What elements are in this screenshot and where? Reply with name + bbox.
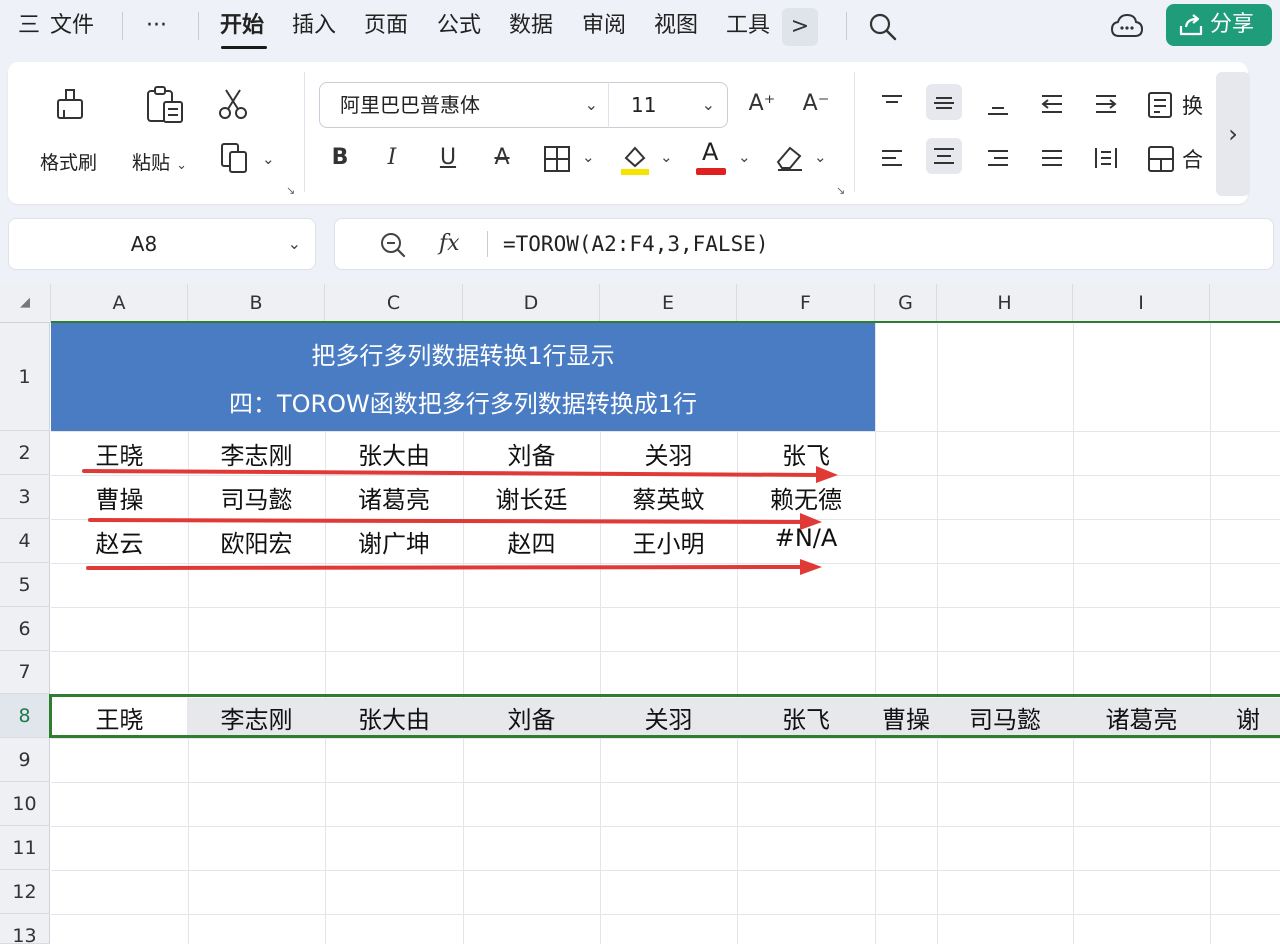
align-middle-icon[interactable] — [926, 84, 962, 120]
tab-insert[interactable]: 插入 — [292, 10, 336, 42]
chevron-down-icon: ⌄ — [176, 158, 187, 173]
tab-scroll-right-button[interactable]: > — [782, 8, 818, 46]
tab-tools[interactable]: 工具 — [726, 10, 770, 42]
tab-view[interactable]: 视图 — [654, 10, 698, 42]
chevron-down-icon[interactable]: ⌄ — [814, 148, 827, 166]
fill-color-icon[interactable] — [618, 140, 652, 176]
more-icon[interactable]: ··· — [146, 10, 167, 42]
paste-label-text: 粘贴 — [132, 152, 171, 174]
font-color-swatch — [696, 168, 726, 175]
underline-button[interactable]: U — [430, 140, 466, 176]
chevron-down-icon[interactable]: ⌄ — [262, 150, 275, 168]
paste-label[interactable]: 粘贴 ⌄ — [132, 148, 187, 175]
align-top-icon[interactable] — [874, 86, 910, 122]
share-label: 分享 — [1210, 12, 1255, 37]
align-left-icon[interactable] — [874, 140, 910, 176]
italic-button[interactable]: I — [374, 140, 410, 176]
search-icon[interactable] — [868, 12, 898, 42]
strikethrough-button[interactable]: A — [484, 140, 520, 176]
arrow-row-4 — [86, 559, 822, 575]
menu-icon[interactable]: 三 — [18, 10, 40, 42]
paste-icon[interactable] — [144, 84, 186, 126]
align-bottom-icon[interactable] — [980, 86, 1016, 122]
font-color-letter: A — [702, 138, 719, 166]
formula-divider — [487, 231, 488, 257]
tab-data[interactable]: 数据 — [509, 10, 553, 42]
merge-cells-icon[interactable] — [1146, 144, 1176, 174]
decrease-font-size-button[interactable]: A⁻ — [798, 86, 834, 122]
chevron-down-icon[interactable]: ⌄ — [582, 148, 595, 166]
increase-font-size-button[interactable]: A⁺ — [744, 86, 780, 122]
decrease-indent-icon[interactable] — [1034, 86, 1070, 122]
tab-home[interactable]: 开始 — [220, 10, 264, 42]
spreadsheet-grid[interactable]: ◢ A B C D E F G H I 1 2 3 4 5 6 7 8 9 10… — [0, 284, 1280, 944]
spill-range-border — [49, 694, 1280, 738]
align-right-icon[interactable] — [980, 140, 1016, 176]
bold-button[interactable]: B — [322, 140, 358, 176]
fill-color-swatch — [621, 169, 649, 175]
tab-review[interactable]: 审阅 — [582, 10, 626, 42]
font-launcher-icon[interactable]: ↘ — [836, 184, 845, 197]
cut-icon[interactable] — [216, 86, 250, 122]
font-name-value: 阿里巴巴普惠体 — [340, 93, 480, 117]
wrap-text-label[interactable]: 换 — [1182, 90, 1203, 120]
font-color-button[interactable]: A — [694, 138, 728, 176]
chevron-down-icon: ⌄ — [701, 95, 715, 114]
cell-reference: A8 — [130, 232, 158, 256]
copy-icon[interactable] — [218, 140, 252, 176]
increase-indent-icon[interactable] — [1088, 86, 1124, 122]
format-painter-icon[interactable] — [54, 84, 90, 124]
function-icon[interactable]: fx — [439, 219, 460, 269]
name-box[interactable]: A8 ⌄ — [8, 218, 316, 270]
borders-icon[interactable] — [542, 144, 572, 174]
distributed-icon[interactable] — [1088, 140, 1124, 176]
merge-cells-label[interactable]: 合 — [1182, 144, 1203, 174]
font-size-value: 11 — [631, 93, 657, 117]
align-center-icon[interactable] — [926, 138, 962, 174]
chevron-down-icon[interactable]: ⌄ — [738, 148, 751, 166]
share-icon — [1179, 14, 1203, 36]
font-name-select[interactable]: 阿里巴巴普惠体 ⌄ — [319, 82, 611, 128]
share-button[interactable]: 分享 — [1166, 4, 1272, 46]
file-menu[interactable]: 文件 — [50, 10, 94, 42]
arrow-annotations — [82, 466, 838, 575]
formula-bar[interactable]: fx =TOROW(A2:F4,3,FALSE) — [334, 218, 1274, 270]
chevron-down-icon[interactable]: ⌄ — [660, 148, 673, 166]
eraser-icon[interactable] — [772, 142, 806, 174]
cloud-icon[interactable] — [1110, 12, 1144, 40]
zoom-out-icon[interactable] — [379, 231, 407, 259]
wrap-text-icon[interactable] — [1146, 90, 1176, 120]
chevron-down-icon: ⌄ — [584, 95, 598, 114]
font-size-select[interactable]: 11 ⌄ — [608, 82, 728, 128]
clipboard-launcher-icon[interactable]: ↘ — [286, 184, 295, 197]
menu-bar: 三 文件 ··· 开始 插入 页面 公式 数据 审阅 视图 工具 > 分享 — [0, 0, 1280, 54]
justify-icon[interactable] — [1034, 140, 1070, 176]
tab-formula[interactable]: 公式 — [437, 10, 481, 42]
arrow-row-3 — [88, 513, 822, 530]
ribbon-toolbar: 格式刷 粘贴 ⌄ ⌄ ↘ 阿里巴巴普惠体 ⌄ 11 ⌄ A⁺ A⁻ B I U … — [8, 62, 1248, 204]
chevron-down-icon[interactable]: ⌄ — [288, 219, 301, 269]
tab-page[interactable]: 页面 — [364, 10, 408, 42]
ribbon-scroll-right-button[interactable]: › — [1216, 72, 1250, 196]
menu-divider — [122, 12, 123, 40]
active-tab-indicator — [221, 46, 267, 49]
menu-divider — [198, 12, 199, 40]
arrow-row-2 — [82, 466, 838, 483]
format-painter-label[interactable]: 格式刷 — [40, 148, 97, 175]
ribbon-divider — [854, 72, 855, 192]
menu-divider — [846, 12, 847, 40]
formula-input[interactable]: =TOROW(A2:F4,3,FALSE) — [503, 219, 769, 269]
ribbon-divider — [304, 72, 305, 192]
